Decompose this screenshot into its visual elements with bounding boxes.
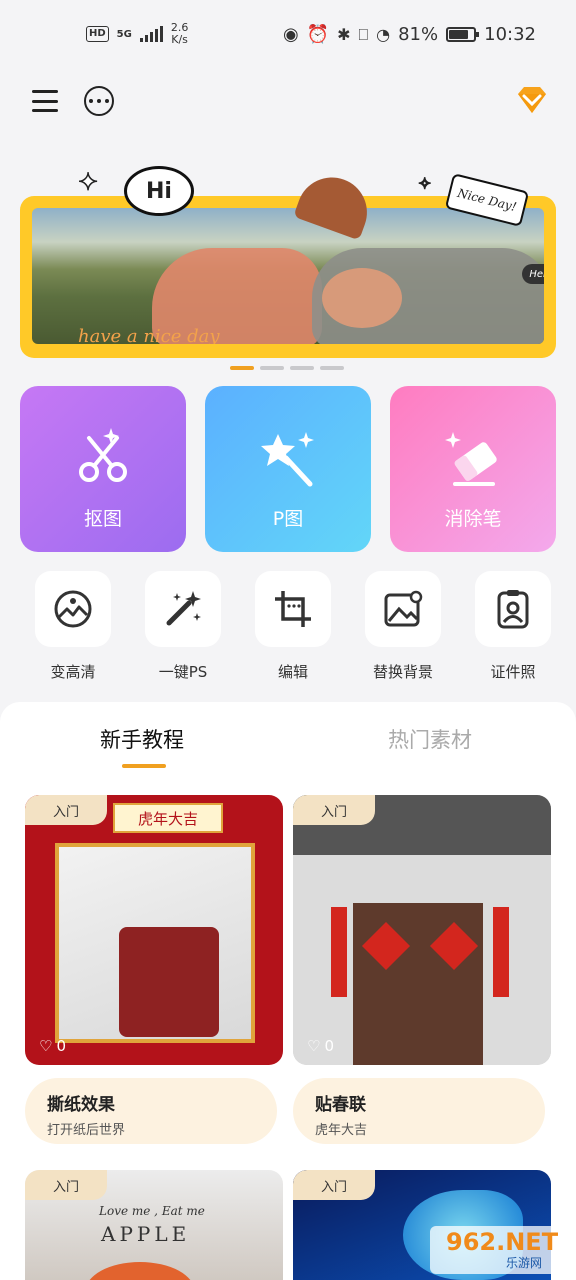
tab-hot-materials[interactable]: 热门素材	[388, 724, 472, 754]
card-image-apple	[85, 1262, 195, 1280]
tool-box	[35, 571, 111, 647]
card-subtitle: 打开纸后世界	[47, 1123, 126, 1138]
card-image-text: APPLE	[101, 1222, 191, 1246]
tutorial-card-paper-tear[interactable]: 虎年大吉 入门 ♡ 0	[25, 795, 283, 1065]
enhance-icon	[54, 590, 92, 628]
status-left: HD 5G 2.6 K/s	[86, 22, 188, 46]
speed-icon: ◔	[376, 25, 391, 44]
card-image-title: 虎年大吉	[113, 803, 223, 833]
site-watermark: 962.NET 乐游网	[430, 1226, 570, 1274]
battery-percent: 81%	[398, 24, 439, 45]
crop-icon	[275, 591, 311, 627]
vibrate-icon: ⎕	[358, 24, 369, 44]
level-badge: 入门	[293, 1170, 375, 1200]
page-dot	[290, 366, 314, 370]
tutorial-card-couplets[interactable]: 入门 ♡ 0	[293, 795, 551, 1065]
tab-indicator	[122, 764, 166, 768]
scissors-icon	[79, 428, 127, 482]
alarm-icon: ⏰	[306, 24, 330, 45]
speed-unit: K/s	[171, 33, 188, 46]
tool-label: 替换背景	[372, 663, 433, 681]
tool-box	[145, 571, 221, 647]
signal-icon	[139, 26, 163, 42]
network-type: 5G	[116, 28, 132, 40]
tool-box	[365, 571, 441, 647]
banner-photo: have a nice day Hello	[32, 208, 544, 344]
banner-pagination	[230, 366, 344, 370]
battery-fill	[449, 30, 469, 39]
id-photo-icon	[497, 590, 529, 629]
hd-badge: HD	[86, 26, 109, 42]
tile-cutout[interactable]: 抠图	[20, 386, 186, 552]
tool-id-photo[interactable]: 证件照	[473, 571, 553, 682]
card-image-kids	[119, 927, 219, 1037]
tool-label: 一键PS	[158, 663, 208, 681]
card-caption[interactable]: 贴春联 虎年大吉	[293, 1078, 545, 1144]
watermark-sub: 乐游网	[506, 1256, 543, 1270]
status-bar: HD 5G 2.6 K/s ◉ ⏰ ✱ ⎕ ◔ 81% 10:32	[0, 0, 576, 72]
tool-replace-background[interactable]: 替换背景	[363, 571, 443, 682]
sparkle-icon: ✧	[417, 173, 432, 194]
tool-one-click-ps[interactable]: 一键PS	[143, 571, 223, 682]
banner-face	[322, 268, 402, 328]
tool-enhance[interactable]: 变高清	[33, 571, 113, 682]
level-badge: 入门	[293, 795, 375, 825]
hello-sticker: Hello	[522, 264, 544, 284]
likes[interactable]: ♡ 0	[307, 1037, 334, 1055]
couplet-left	[331, 907, 347, 997]
tool-box	[255, 571, 331, 647]
card-subtitle: 虎年大吉	[315, 1123, 368, 1138]
tile-label: 消除笔	[444, 508, 502, 530]
promo-banner[interactable]: have a nice day Hello Hi Nice Day! ✦ ✧	[20, 166, 556, 358]
tool-box	[475, 571, 551, 647]
status-right: ◉ ⏰ ✱ ⎕ ◔ 81% 10:32	[283, 24, 536, 45]
bluetooth-icon: ✱	[337, 25, 351, 44]
clock: 10:32	[484, 24, 536, 45]
level-badge: 入门	[25, 1170, 107, 1200]
tile-eraser[interactable]: 消除笔	[390, 386, 556, 552]
menu-icon[interactable]	[32, 88, 58, 114]
hi-sticker: Hi	[124, 166, 194, 216]
tile-label: 抠图	[83, 508, 122, 530]
magic-wand-icon	[261, 432, 314, 487]
tile-p-photo[interactable]: P图	[205, 386, 371, 552]
tool-edit[interactable]: 编辑	[253, 571, 333, 682]
card-title: 贴春联	[315, 1095, 366, 1115]
sparkle-icon: ✦	[77, 167, 99, 197]
card-image-text: Love me , Eat me	[99, 1204, 205, 1218]
card-image-door	[353, 903, 483, 1065]
tile-label: P图	[272, 508, 304, 530]
message-icon[interactable]	[84, 86, 114, 116]
watermark-main: 962.NET	[446, 1228, 559, 1256]
tool-label: 变高清	[50, 663, 96, 681]
likes[interactable]: ♡ 0	[39, 1037, 66, 1055]
card-caption[interactable]: 撕纸效果 打开纸后世界	[25, 1078, 277, 1144]
tab-beginner-tutorial[interactable]: 新手教程	[100, 724, 184, 754]
heart-icon: ♡	[307, 1037, 321, 1055]
eye-icon: ◉	[282, 24, 299, 45]
like-count: 0	[324, 1037, 334, 1055]
card-title: 撕纸效果	[47, 1095, 115, 1115]
image-replace-icon	[384, 590, 423, 627]
tutorial-card-apple[interactable]: Love me , Eat me APPLE 入门	[25, 1170, 283, 1280]
page-dot	[320, 366, 344, 370]
vip-diamond-icon[interactable]	[514, 84, 550, 116]
page-dot	[230, 366, 254, 370]
page-dot	[260, 366, 284, 370]
network-speed: 2.6 K/s	[171, 22, 189, 46]
wand-icon	[166, 591, 201, 626]
couplet-right	[493, 907, 509, 997]
banner-script-text: have a nice day	[78, 326, 220, 344]
tool-label: 证件照	[490, 663, 536, 681]
card-image-frame	[55, 843, 255, 1043]
tool-label: 编辑	[277, 663, 308, 681]
battery-icon	[446, 27, 480, 42]
like-count: 0	[56, 1037, 66, 1055]
heart-icon: ♡	[39, 1037, 53, 1055]
eraser-icon	[445, 432, 497, 486]
level-badge: 入门	[25, 795, 107, 825]
